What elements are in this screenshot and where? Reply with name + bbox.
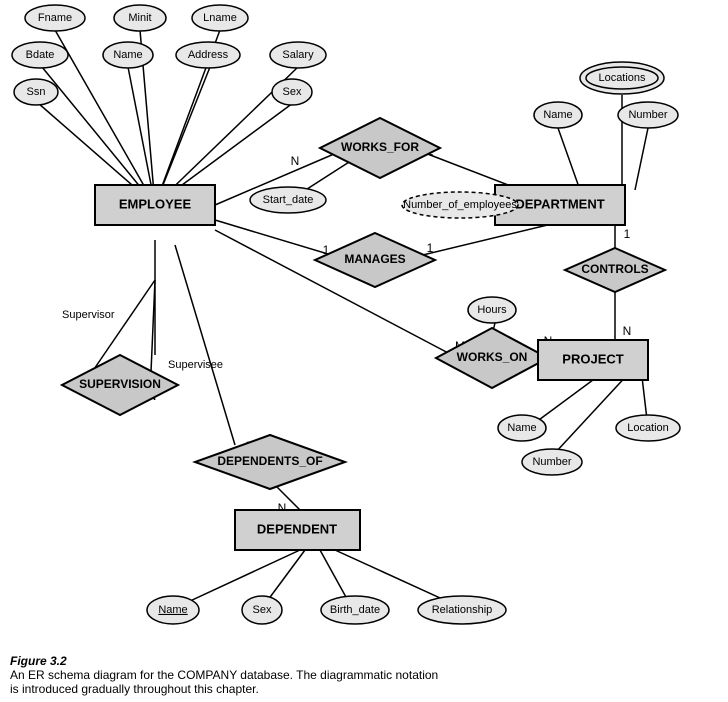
svg-text:Birth_date: Birth_date: [330, 604, 380, 616]
svg-text:Locations: Locations: [598, 72, 646, 84]
svg-text:1: 1: [427, 241, 434, 255]
svg-text:MANAGES: MANAGES: [344, 252, 405, 266]
svg-text:SUPERVISION: SUPERVISION: [79, 377, 161, 391]
svg-text:Number_of_employees: Number_of_employees: [403, 199, 517, 211]
svg-text:DEPENDENT: DEPENDENT: [257, 521, 337, 536]
svg-text:Name: Name: [158, 604, 187, 616]
er-diagram: .entity-rect { fill: #d0d0d0; stroke: #0…: [0, 0, 728, 650]
svg-text:Supervisor: Supervisor: [62, 309, 115, 321]
svg-text:Number: Number: [532, 456, 571, 468]
svg-text:Name: Name: [507, 422, 536, 434]
svg-text:Sex: Sex: [283, 86, 302, 98]
svg-text:N: N: [291, 154, 300, 168]
svg-text:EMPLOYEE: EMPLOYEE: [119, 196, 192, 211]
svg-text:PROJECT: PROJECT: [562, 351, 623, 366]
svg-text:WORKS_FOR: WORKS_FOR: [341, 140, 419, 154]
svg-text:1: 1: [624, 227, 631, 241]
svg-text:Salary: Salary: [282, 49, 314, 61]
svg-text:Minit: Minit: [128, 12, 151, 24]
svg-text:Lname: Lname: [203, 12, 237, 24]
svg-text:Name: Name: [543, 109, 572, 121]
caption-line1: An ER schema diagram for the COMPANY dat…: [10, 668, 438, 682]
svg-text:Location: Location: [627, 422, 669, 434]
svg-text:Fname: Fname: [38, 12, 72, 24]
svg-text:Hours: Hours: [477, 304, 507, 316]
caption-line2: is introduced gradually throughout this …: [10, 682, 259, 696]
svg-text:DEPENDENTS_OF: DEPENDENTS_OF: [217, 454, 322, 468]
svg-text:Address: Address: [188, 49, 229, 61]
svg-text:Bdate: Bdate: [26, 49, 55, 61]
svg-text:Ssn: Ssn: [27, 86, 46, 98]
svg-text:N: N: [623, 324, 632, 338]
svg-text:Relationship: Relationship: [432, 604, 493, 616]
svg-text:Name: Name: [113, 49, 142, 61]
svg-text:Supervisee: Supervisee: [168, 359, 223, 371]
svg-text:DEPARTMENT: DEPARTMENT: [515, 196, 604, 211]
svg-text:WORKS_ON: WORKS_ON: [457, 350, 528, 364]
svg-text:Sex: Sex: [253, 604, 272, 616]
figure-caption: Figure 3.2 An ER schema diagram for the …: [0, 650, 728, 700]
svg-text:CONTROLS: CONTROLS: [581, 262, 648, 276]
svg-text:Number: Number: [628, 109, 667, 121]
svg-text:Start_date: Start_date: [263, 194, 314, 206]
figure-title: Figure 3.2: [10, 654, 67, 668]
